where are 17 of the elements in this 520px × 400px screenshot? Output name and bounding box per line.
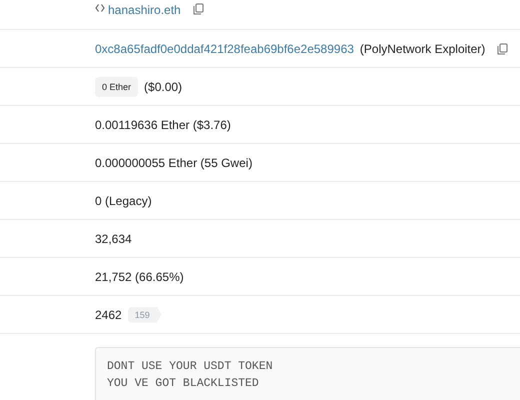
position-badge: 159 xyxy=(128,306,162,322)
copy-icon[interactable] xyxy=(497,42,508,54)
ens-link[interactable]: hanashiro.eth xyxy=(108,3,181,17)
message-line: YOU VE GOT BLACKLISTED xyxy=(107,376,260,392)
copy-icon[interactable] xyxy=(192,3,204,15)
field-value: 21,752 (66.65%) xyxy=(95,270,184,284)
field-value: 32,634 xyxy=(95,232,132,246)
nonce-text: 2462 xyxy=(95,308,122,322)
value-badge: 0 Ether xyxy=(95,76,138,96)
address-label: (PolyNetwork Exploiter) xyxy=(360,42,486,56)
address-link[interactable]: 0xc8a65fadf0e0ddaf421f28feab69bf6e2e589963 xyxy=(95,42,354,56)
value-text: ($0.00) xyxy=(144,80,182,94)
field-value: 0.00119636 Ether ($3.76) xyxy=(95,118,231,132)
field-value: 0.000000055 Ether (55 Gwei) xyxy=(95,156,252,170)
message-line: DONT USE YOUR USDT TOKEN xyxy=(107,359,274,375)
field-value: 0 (Legacy) xyxy=(95,194,152,208)
code-icon xyxy=(95,3,105,13)
